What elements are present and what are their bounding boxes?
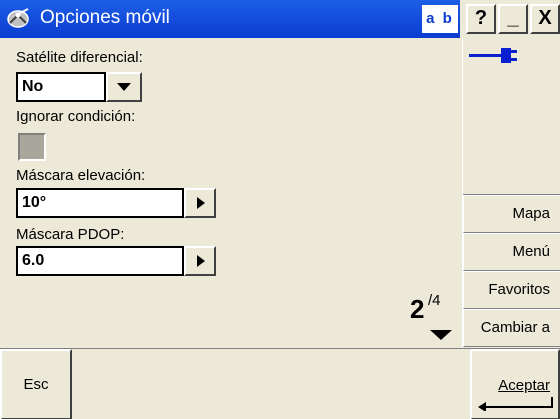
differential-satellite-dropdown-button[interactable] bbox=[106, 72, 142, 102]
antenna-connector-icon bbox=[469, 48, 517, 63]
minimize-button[interactable]: _ bbox=[498, 4, 528, 34]
elevation-mask-input[interactable]: 10° bbox=[16, 188, 184, 218]
page-total: /4 bbox=[428, 292, 441, 309]
input-mode-indicator[interactable]: a b bbox=[422, 5, 458, 33]
esc-button[interactable]: Esc bbox=[0, 349, 72, 419]
page-indicator[interactable]: 2 /4 bbox=[398, 290, 458, 348]
ignore-condition-checkbox[interactable] bbox=[18, 133, 46, 161]
enter-arrow-icon bbox=[478, 397, 553, 411]
differential-satellite-label: Satélite diferencial: bbox=[16, 49, 143, 66]
help-button[interactable]: ? bbox=[466, 4, 496, 34]
bottom-bar: Esc Aceptar bbox=[0, 348, 560, 419]
menu-button[interactable]: Menú bbox=[463, 233, 560, 271]
triangle-right-icon bbox=[197, 197, 205, 209]
satellite-dish-icon bbox=[7, 8, 29, 28]
elevation-mask-label: Máscara elevación: bbox=[16, 167, 146, 184]
accept-button[interactable]: Aceptar bbox=[470, 349, 560, 419]
pdop-mask-input[interactable]: 6.0 bbox=[16, 246, 184, 276]
ignore-condition-label: Ignorar condición: bbox=[16, 108, 136, 125]
elevation-mask-arrow-button[interactable] bbox=[184, 188, 216, 218]
side-panel: Mapa Menú Favoritos Cambiar a bbox=[462, 38, 560, 348]
title-bar-caption: Opciones móvil a b bbox=[0, 0, 460, 38]
switch-to-button[interactable]: Cambiar a bbox=[463, 309, 560, 347]
page-current: 2 bbox=[410, 294, 425, 324]
window-title: Opciones móvil bbox=[40, 7, 170, 28]
triangle-right-icon bbox=[197, 255, 205, 267]
map-button[interactable]: Mapa bbox=[463, 195, 560, 233]
differential-satellite-select[interactable]: No bbox=[16, 72, 106, 102]
title-bar: Opciones móvil a b ? _ X bbox=[0, 0, 560, 38]
options-form: Satélite diferencial: No Ignorar condici… bbox=[0, 38, 462, 348]
accept-button-label: Aceptar bbox=[498, 377, 550, 394]
chevron-down-icon bbox=[117, 83, 131, 91]
pdop-mask-label: Máscara PDOP: bbox=[16, 226, 125, 243]
close-button[interactable]: X bbox=[530, 4, 560, 34]
page-down-arrow-icon bbox=[430, 330, 452, 340]
pdop-mask-arrow-button[interactable] bbox=[184, 246, 216, 276]
status-area bbox=[463, 38, 560, 195]
favorites-button[interactable]: Favoritos bbox=[463, 271, 560, 309]
